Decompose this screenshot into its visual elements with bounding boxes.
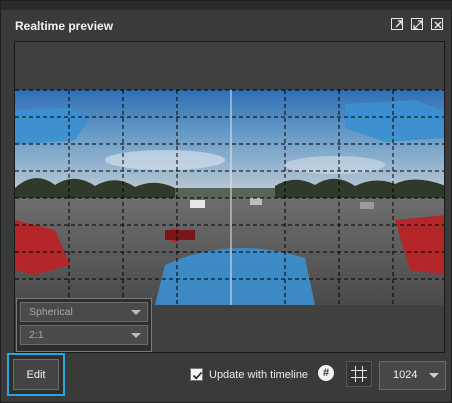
- update-with-timeline-label: Update with timeline: [209, 369, 309, 381]
- grid-toggle-button[interactable]: [346, 361, 372, 387]
- chevron-down-icon: [131, 310, 141, 315]
- projection-type-value: Spherical: [29, 306, 73, 318]
- edit-button-highlight: Edit: [7, 353, 65, 396]
- chevron-down-icon: [429, 373, 439, 378]
- projection-controls: Spherical 2:1: [16, 298, 152, 352]
- header-icons: [391, 18, 443, 30]
- chevron-down-icon: [131, 333, 141, 338]
- popout-icon[interactable]: [391, 18, 403, 30]
- aspect-ratio-dropdown[interactable]: 2:1: [20, 325, 148, 345]
- resolution-dropdown[interactable]: 1024: [379, 361, 446, 390]
- resolution-value: 1024: [393, 369, 418, 381]
- aspect-ratio-value: 2:1: [29, 329, 44, 341]
- close-icon[interactable]: [431, 18, 443, 30]
- edit-button[interactable]: Edit: [13, 359, 59, 390]
- projection-type-dropdown[interactable]: Spherical: [20, 302, 148, 322]
- grid-icon: [351, 366, 367, 382]
- realtime-preview-panel: Realtime preview Spherical 2:1 Edit Upda…: [0, 0, 452, 403]
- update-with-timeline-checkbox[interactable]: [190, 368, 203, 381]
- panel-title: Realtime preview: [15, 19, 114, 33]
- checkmark-icon: [192, 371, 203, 380]
- maximize-icon[interactable]: [411, 18, 423, 30]
- top-strip: [1, 1, 452, 10]
- hash-button[interactable]: #: [318, 365, 334, 381]
